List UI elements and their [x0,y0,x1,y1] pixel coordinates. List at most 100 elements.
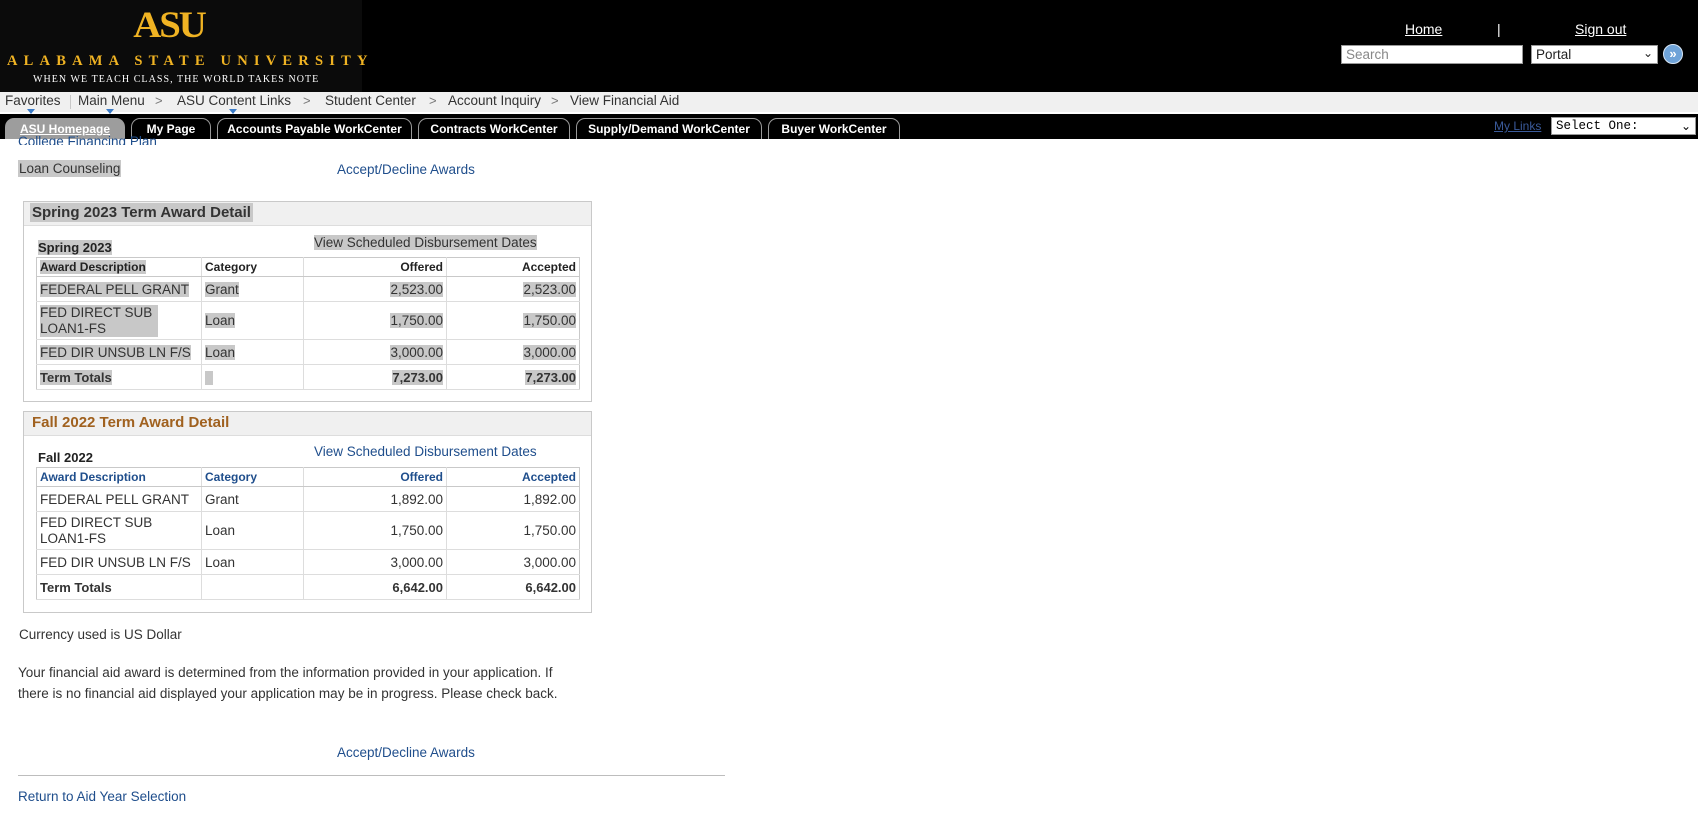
offered-cell: 2,523.00 [390,281,443,297]
search-scope-value: Portal [1536,47,1572,62]
breadcrumb-chevron-icon: > [551,93,559,108]
accept-decline-awards-bottom-link[interactable]: Accept/Decline Awards [337,745,475,760]
column-accepted: Accepted [521,470,576,484]
column-offered: Offered [400,470,443,484]
search-input[interactable]: Search [1341,45,1523,64]
fall-award-table: Award Description Category Offered Accep… [36,467,580,600]
category-cell: Grant [205,491,239,507]
return-to-aid-year-link[interactable]: Return to Aid Year Selection [18,789,186,804]
breadcrumb-view-financial-aid[interactable]: View Financial Aid [570,92,679,110]
home-link[interactable]: Home [1405,21,1442,37]
spring-2023-award-detail: Spring 2023 Term Award Detail Spring 202… [23,201,592,402]
column-award-description: Award Description [40,260,146,274]
double-chevron-right-icon[interactable]: » [1663,44,1683,64]
logo-tagline: WHEN WE TEACH CLASS, THE WORLD TAKES NOT… [33,74,320,85]
college-financing-plan-link[interactable]: College Financing Plan [18,135,157,145]
table-row: FED DIRECT SUB LOAN1-FS Loan 1,750.00 1,… [36,511,580,550]
offered-total-cell: 7,273.00 [392,369,443,385]
tab-accounts-payable[interactable]: Accounts Payable WorkCenter [217,118,412,139]
chevron-down-icon: ⌄ [1680,119,1691,133]
tab-buyer[interactable]: Buyer WorkCenter [768,118,900,139]
accepted-cell: 1,750.00 [523,312,576,328]
table-header-row: Award Description Category Offered Accep… [36,257,580,277]
breadcrumb-chevron-icon: > [429,93,437,108]
accepted-total-cell: 6,642.00 [525,579,576,595]
table-row: FED DIR UNSUB LN F/S Loan 3,000.00 3,000… [36,549,580,575]
award-description-cell: FED DIR UNSUB LN F/S [40,554,191,570]
accepted-cell: 1,750.00 [523,522,576,538]
table-header-row: Award Description Category Offered Accep… [36,467,580,487]
table-row: FED DIR UNSUB LN F/S Loan 3,000.00 3,000… [36,339,580,365]
table-row: FED DIRECT SUB LOAN1-FS Loan 1,750.00 1,… [36,301,580,340]
breadcrumb-student-center[interactable]: Student Center [325,92,416,110]
logo-mark: ASU [133,5,207,46]
category-cell: Loan [205,344,236,360]
spring-term-label: Spring 2023 [38,240,112,255]
term-totals-label: Term Totals [40,579,112,595]
award-description-cell: FED DIR UNSUB LN F/S [40,344,191,360]
column-award-description: Award Description [40,470,146,484]
tab-supply-demand[interactable]: Supply/Demand WorkCenter [576,118,762,139]
fall-2022-award-detail: Fall 2022 Term Award Detail Fall 2022 Vi… [23,411,592,613]
breadcrumb-favorites[interactable]: Favorites [5,92,61,110]
accepted-total-cell: 7,273.00 [525,369,576,385]
breadcrumb-divider [70,95,71,109]
fall-term-label: Fall 2022 [38,450,93,465]
award-description-cell: FED DIRECT SUB LOAN1-FS [40,304,158,337]
award-description-cell: FED DIRECT SUB LOAN1-FS [40,514,153,546]
tab-contracts[interactable]: Contracts WorkCenter [418,118,570,139]
breadcrumb-asu-content-links[interactable]: ASU Content Links [177,92,291,110]
term-totals-row: Term Totals 7,273.00 7,273.00 [36,364,580,390]
accept-decline-awards-link[interactable]: Accept/Decline Awards [337,162,475,177]
column-category: Category [205,470,258,484]
offered-cell: 3,000.00 [390,344,443,360]
breadcrumb-main-menu[interactable]: Main Menu [78,92,145,110]
accepted-cell: 3,000.00 [523,554,576,570]
spring-award-detail-title: Spring 2023 Term Award Detail [30,203,253,222]
search-scope-select[interactable]: Portal ⌄ [1531,45,1658,64]
column-category: Category [205,260,258,274]
breadcrumb-chevron-icon: > [303,93,311,108]
my-links-link[interactable]: My Links [1494,119,1541,133]
breadcrumb-chevron-icon: > [155,93,163,108]
offered-cell: 1,750.00 [390,312,443,328]
award-description-cell: FEDERAL PELL GRANT [40,281,190,297]
accepted-cell: 1,892.00 [523,491,576,507]
category-cell: Grant [205,281,239,297]
fall-view-disbursement-link[interactable]: View Scheduled Disbursement Dates [314,444,537,459]
logo-university-name: ALABAMA STATE UNIVERSITY [7,53,374,69]
my-links-select[interactable]: Select One: ⌄ [1551,117,1696,135]
term-totals-row: Term Totals 6,642.00 6,642.00 [36,574,580,600]
offered-total-cell: 6,642.00 [392,579,443,595]
accepted-cell: 2,523.00 [523,281,576,297]
spring-view-disbursement-link[interactable]: View Scheduled Disbursement Dates [314,235,537,250]
table-row: FEDERAL PELL GRANT Grant 2,523.00 2,523.… [36,276,580,302]
spring-award-table: Award Description Category Offered Accep… [36,257,580,390]
offered-cell: 1,892.00 [390,491,443,507]
table-row: FEDERAL PELL GRANT Grant 1,892.00 1,892.… [36,486,580,512]
breadcrumb-account-inquiry[interactable]: Account Inquiry [448,92,541,110]
currency-note: Currency used is US Dollar [19,627,182,642]
offered-cell: 1,750.00 [390,522,443,538]
category-cell: Loan [205,522,236,538]
category-cell: Loan [205,554,236,570]
header-separator: | [1497,21,1501,37]
my-links-select-value: Select One: [1556,119,1639,133]
portal-header: ASU ALABAMA STATE UNIVERSITY WHEN WE TEA… [0,0,1698,92]
asu-logo[interactable]: ASU ALABAMA STATE UNIVERSITY WHEN WE TEA… [0,0,367,92]
financial-aid-info-text: Your financial aid award is determined f… [18,665,558,701]
section-divider [18,775,725,776]
column-offered: Offered [400,260,443,274]
column-accepted: Accepted [521,260,576,274]
chevron-down-icon: ⌄ [1642,46,1653,60]
accepted-cell: 3,000.00 [523,344,576,360]
fall-award-detail-title: Fall 2022 Term Award Detail [32,414,230,431]
category-cell: Loan [205,312,236,328]
offered-cell: 3,000.00 [390,554,443,570]
loan-counseling-link[interactable]: Loan Counseling [18,160,122,177]
category-total-cell [205,370,213,385]
homepage-tabs: ASU Homepage My Page Accounts Payable Wo… [0,114,1698,139]
award-description-cell: FEDERAL PELL GRANT [40,491,190,507]
breadcrumb: Favorites Main Menu > ASU Content Links … [0,92,1698,114]
sign-out-link[interactable]: Sign out [1575,21,1626,37]
